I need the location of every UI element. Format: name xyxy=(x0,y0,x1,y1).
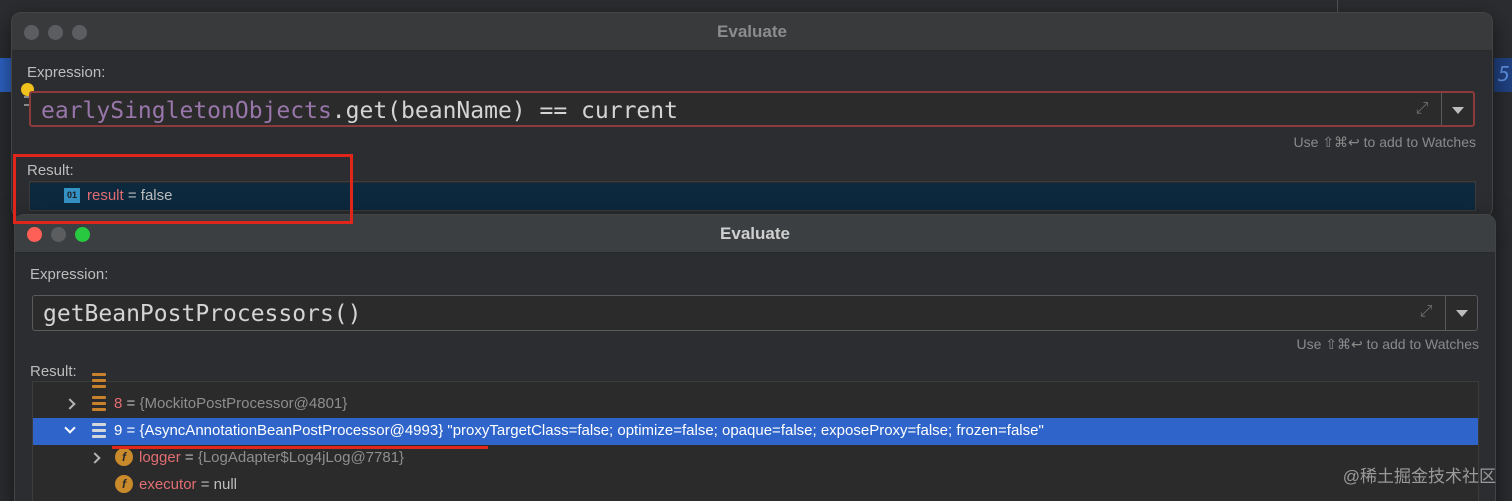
object-ref: {LogAdapter$Log4jLog@7781} xyxy=(197,449,405,466)
expression-input[interactable]: earlySingletonObjects.get(beanName) == c… xyxy=(29,91,1475,127)
field-icon: f xyxy=(115,475,133,493)
ide-divider xyxy=(1337,0,1338,12)
var-value: null xyxy=(213,476,238,493)
tree-row[interactable]: f executor = null xyxy=(33,472,1478,499)
expression-text[interactable]: getBeanPostProcessors() xyxy=(43,301,362,327)
expression-text[interactable]: earlySingletonObjects.get(beanName) == c… xyxy=(41,98,678,124)
tree-row-selected[interactable]: 9 = {AsyncAnnotationBeanPostProcessor@49… xyxy=(33,418,1478,445)
object-tostring: "proxyTargetClass=false; optimize=false;… xyxy=(443,422,1044,439)
expression-label: Expression: xyxy=(27,64,106,81)
expand-arrow-icon[interactable] xyxy=(89,452,101,464)
expression-label: Expression: xyxy=(30,266,109,283)
list-item-icon xyxy=(92,423,106,438)
var-name: logger xyxy=(139,449,181,466)
collapse-arrow-icon[interactable] xyxy=(64,422,76,434)
row-text: 9 = {AsyncAnnotationBeanPostProcessor@49… xyxy=(114,422,1044,439)
equals-sign: = xyxy=(180,449,198,466)
expression-input[interactable]: getBeanPostProcessors() ⤢ xyxy=(32,295,1478,331)
expression-rest-token: .get(beanName) == current xyxy=(331,98,678,124)
history-dropdown-button[interactable] xyxy=(1441,93,1473,125)
expand-icon[interactable]: ⤢ xyxy=(1417,303,1435,321)
expand-icon[interactable]: ⤢ xyxy=(1413,100,1431,118)
tree-row[interactable]: f logger = {LogAdapter$Log4jLog@7781} xyxy=(33,445,1478,472)
var-name: executor xyxy=(139,476,197,493)
row-text: 8 = {MockitoPostProcessor@4801} xyxy=(114,395,347,412)
equals-sign: = xyxy=(122,395,140,412)
object-ref: {MockitoPostProcessor@4801} xyxy=(139,395,348,412)
row-text: executor = null xyxy=(139,476,237,493)
evaluate-window-2: Evaluate Expression: getBeanPostProcesso… xyxy=(14,214,1496,501)
title-bar: Evaluate xyxy=(12,13,1492,51)
annotation-highlight-box xyxy=(13,154,353,224)
expression-field-token: earlySingletonObjects xyxy=(41,98,332,124)
watermark: @稀土掘金技术社区 xyxy=(1342,467,1496,486)
list-item-icon xyxy=(92,373,106,388)
window-title: Evaluate xyxy=(717,22,787,41)
equals-sign: = xyxy=(122,422,140,439)
window-title: Evaluate xyxy=(720,224,790,243)
list-item-icon xyxy=(92,396,106,411)
equals-sign: = xyxy=(196,476,214,493)
expand-arrow-icon[interactable] xyxy=(64,398,76,410)
object-ref: {AsyncAnnotationBeanPostProcessor@4993} xyxy=(139,422,444,439)
tree-row[interactable]: 8 = {MockitoPostProcessor@4801} xyxy=(33,391,1478,418)
history-dropdown-button[interactable] xyxy=(1445,296,1477,330)
row-text: logger = {LogAdapter$Log4jLog@7781} xyxy=(139,449,404,466)
result-tree[interactable]: 8 = {MockitoPostProcessor@4801} 9 = {Asy… xyxy=(32,373,1479,501)
annotation-underline xyxy=(112,446,488,449)
add-to-watches-hint: Use ⇧⌘↩ to add to Watches xyxy=(1296,336,1479,352)
ide-editor-text: 5 xyxy=(1497,62,1510,86)
field-icon: f xyxy=(115,448,133,466)
add-to-watches-hint: Use ⇧⌘↩ to add to Watches xyxy=(1293,134,1476,150)
